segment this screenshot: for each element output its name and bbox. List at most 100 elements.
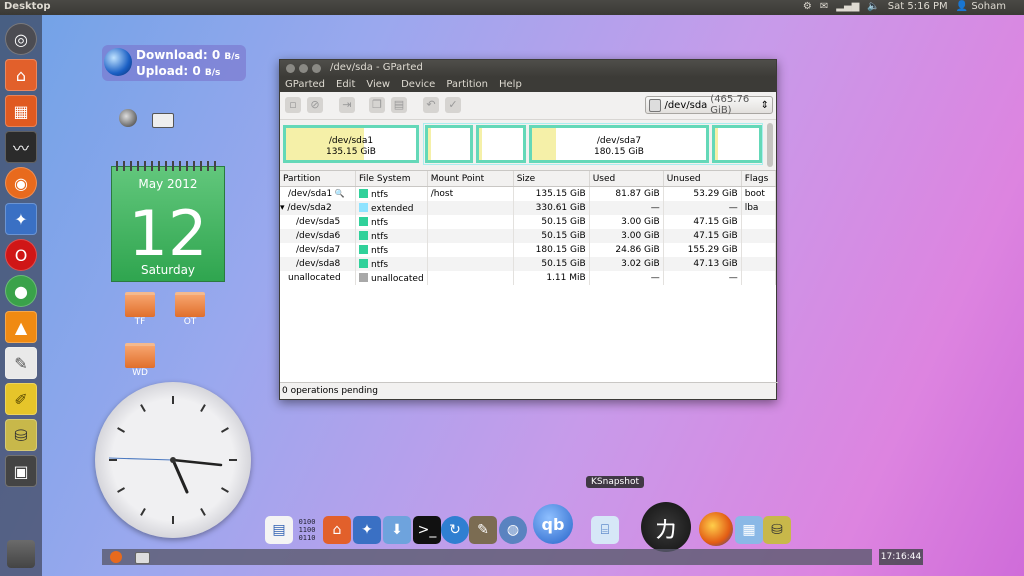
- vlc-icon[interactable]: ▲: [5, 311, 37, 343]
- download-speed: Download: 0: [136, 48, 221, 62]
- gparted-launcher-icon[interactable]: ⛁: [5, 419, 37, 451]
- gparted-dock-icon[interactable]: ⛁: [763, 516, 791, 544]
- mail-icon[interactable]: ✉: [820, 1, 828, 12]
- partition-rows: /dev/sda1 🔍 ntfs/host 135.15 GiB 81.87 GiB 5…: [280, 186, 777, 285]
- gparted-task-icon[interactable]: [135, 552, 150, 564]
- blender-icon[interactable]: ◍: [499, 516, 527, 544]
- trash-icon[interactable]: [7, 540, 35, 568]
- table-row[interactable]: /dev/sda5 ntfs 50.15 GiB 3.00 GiB 47.15 GiB: [280, 215, 777, 229]
- partmap-sda5[interactable]: [425, 125, 473, 163]
- folder-wd[interactable]: WD: [124, 343, 156, 378]
- close-icon[interactable]: [286, 64, 295, 73]
- table-row[interactable]: /dev/sda1 🔍 ntfs/host 135.15 GiB 81.87 GiB 5…: [280, 186, 777, 201]
- partition-cell-text: /dev/sda2: [287, 203, 332, 213]
- table-row[interactable]: /dev/sda7 ntfs 180.15 GiB 24.86 GiB 155.29 G…: [280, 243, 777, 257]
- resize-move-icon[interactable]: ⇥: [339, 97, 355, 113]
- network-icon[interactable]: ▂▄▆: [836, 1, 859, 12]
- chrome-icon[interactable]: ●: [5, 275, 37, 307]
- system-monitor-icon[interactable]: 〰: [5, 131, 37, 163]
- unused-cell-text: 47.13 GiB: [693, 259, 738, 269]
- col-filesystem[interactable]: File System: [355, 171, 428, 187]
- menu-view[interactable]: View: [366, 79, 390, 90]
- user-menu[interactable]: 👤 Soham: [956, 1, 1006, 12]
- workspace-switcher-icon[interactable]: ▣: [5, 455, 37, 487]
- delete-icon[interactable]: ⊘: [307, 97, 323, 113]
- table-row[interactable]: unallocated unallocated 1.11 MiB — —: [280, 271, 777, 285]
- col-partition[interactable]: Partition: [280, 171, 356, 187]
- menu-device[interactable]: Device: [401, 79, 435, 90]
- partmap-sda7[interactable]: /dev/sda7 180.15 GiB: [529, 125, 709, 163]
- filesystem-color-icon: [359, 272, 368, 282]
- maximize-icon[interactable]: [312, 64, 321, 73]
- size-cell: 50.15 GiB: [513, 229, 590, 243]
- download-icon[interactable]: ⬇: [383, 516, 411, 544]
- col-flags[interactable]: Flags: [741, 171, 777, 187]
- device-selector[interactable]: /dev/sda (465.76 GiB) ⇕: [645, 94, 773, 116]
- webcam-icon[interactable]: [119, 109, 137, 127]
- filesystem-cell-text: ntfs: [371, 231, 389, 242]
- file-manager-icon[interactable]: ⌂: [323, 516, 351, 544]
- partition-cell-text: /dev/sda5: [296, 217, 341, 227]
- minimize-icon[interactable]: [299, 64, 308, 73]
- thunderbird-dock-icon[interactable]: ✦: [353, 516, 381, 544]
- thunderbird-icon[interactable]: ✦: [5, 203, 37, 235]
- opera-icon[interactable]: O: [5, 239, 37, 271]
- partmap-sda1[interactable]: /dev/sda1 135.15 GiB: [283, 125, 419, 163]
- sync-icon[interactable]: ↻: [441, 516, 469, 544]
- unused-cell-text: —: [728, 203, 738, 213]
- volume-icon[interactable]: 🔈: [867, 1, 879, 12]
- statusbar: 0 operations pending: [280, 382, 778, 399]
- col-unused[interactable]: Unused: [663, 171, 742, 187]
- mountpoint-cell-text: /host: [430, 189, 454, 199]
- date-time[interactable]: Sat 5:16 PM: [888, 1, 948, 12]
- firefox-icon[interactable]: ◉: [5, 167, 37, 199]
- col-size[interactable]: Size: [513, 171, 590, 187]
- ksnapshot-icon[interactable]: ⌸: [591, 516, 619, 544]
- apply-icon[interactable]: ✓: [445, 97, 461, 113]
- firefox-dock-icon[interactable]: [699, 512, 733, 546]
- dock-tooltip: KSnapshot: [586, 476, 644, 488]
- window-titlebar[interactable]: /dev/sda - GParted: [280, 60, 776, 77]
- menu-help[interactable]: Help: [499, 79, 522, 90]
- col-mountpoint[interactable]: Mount Point: [427, 171, 514, 187]
- new-partition-icon[interactable]: ▫: [285, 97, 301, 113]
- partmap-sda6[interactable]: [476, 125, 526, 163]
- qbittorrent-icon[interactable]: qb: [533, 504, 573, 544]
- drive-icon[interactable]: [152, 113, 174, 128]
- table-row[interactable]: /dev/sda8 ntfs 50.15 GiB 3.02 GiB 47.13 GiB: [280, 257, 777, 271]
- gimp-icon[interactable]: ✎: [469, 516, 497, 544]
- unused-cell-text: 47.15 GiB: [693, 231, 738, 241]
- folder-ot[interactable]: OT: [174, 292, 206, 327]
- menu-partition[interactable]: Partition: [446, 79, 488, 90]
- table-row[interactable]: /dev/sda6 ntfs 50.15 GiB 3.00 GiB 47.15 GiB: [280, 229, 777, 243]
- menubar: GParted Edit View Device Partition Help: [280, 77, 776, 92]
- size-cell-text: 135.15 GiB: [535, 189, 586, 199]
- ubuntu-one-icon[interactable]: ⚙: [803, 1, 812, 12]
- flags-cell: [741, 229, 777, 243]
- partition-cell-text: /dev/sda1: [288, 189, 333, 199]
- notes-icon[interactable]: ✐: [5, 383, 37, 415]
- menu-edit[interactable]: Edit: [336, 79, 355, 90]
- trash-basket-icon[interactable]: ▦: [5, 95, 37, 127]
- paste-icon[interactable]: ▤: [391, 97, 407, 113]
- terminal-icon[interactable]: >_: [413, 516, 441, 544]
- power-app-icon[interactable]: カ: [641, 502, 691, 552]
- archive-icon[interactable]: ▦: [735, 516, 763, 544]
- table-row[interactable]: ▾ /dev/sda2 extended 330.61 GiB — — lba: [280, 201, 777, 215]
- firefox-task-icon[interactable]: [110, 551, 122, 563]
- undo-icon[interactable]: ↶: [423, 97, 439, 113]
- unused-cell-text: 53.29 GiB: [693, 189, 738, 199]
- dash-home-icon[interactable]: ◎: [5, 23, 37, 55]
- network-speed-widget: Download: 0 B/s Upload: 0 B/s: [102, 45, 246, 81]
- copy-icon[interactable]: ❐: [369, 97, 385, 113]
- used-cell: 81.87 GiB: [589, 186, 664, 201]
- col-used[interactable]: Used: [589, 171, 664, 187]
- document-viewer-icon[interactable]: ▤: [265, 516, 293, 544]
- binary-icon[interactable]: 0100 1100 0110: [293, 516, 321, 544]
- folder-tf[interactable]: TF: [124, 292, 156, 327]
- partmap-sda8[interactable]: [712, 125, 762, 163]
- home-folder-icon[interactable]: ⌂: [5, 59, 37, 91]
- menu-gparted[interactable]: GParted: [285, 79, 325, 90]
- partition-map-scrollbar[interactable]: [767, 123, 773, 167]
- text-editor-icon[interactable]: ✎: [5, 347, 37, 379]
